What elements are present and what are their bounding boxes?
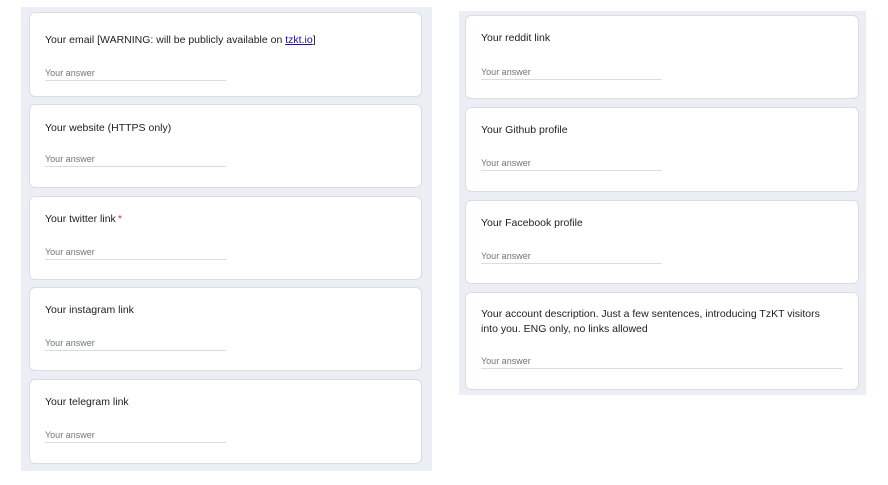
question-card-facebook: Your Facebook profile — [465, 200, 859, 284]
twitter-input[interactable] — [45, 245, 226, 260]
facebook-input[interactable] — [481, 249, 662, 264]
telegram-input[interactable] — [45, 428, 226, 443]
reddit-input[interactable] — [481, 65, 662, 80]
email-input[interactable] — [45, 66, 226, 81]
instagram-input[interactable] — [45, 336, 226, 351]
required-asterisk: * — [117, 213, 122, 225]
form-panel-right: Your reddit link Your Github profile You… — [459, 11, 866, 395]
question-title-reddit: Your reddit link — [481, 32, 551, 44]
question-card-email: Your email [WARNING: will be publicly av… — [29, 12, 422, 97]
question-card-instagram: Your instagram link — [29, 287, 422, 371]
question-card-telegram: Your telegram link — [29, 379, 422, 464]
question-card-description: Your account description. Just a few sen… — [465, 292, 859, 390]
question-title-facebook: Your Facebook profile — [481, 217, 583, 229]
question-title-twitter: Your twitter link * — [45, 213, 122, 225]
form-panel-left: Your email [WARNING: will be publicly av… — [21, 7, 432, 471]
github-input[interactable] — [481, 156, 662, 171]
question-title-github: Your Github profile — [481, 124, 568, 136]
question-title-email: Your email [WARNING: will be publicly av… — [45, 34, 316, 46]
question-title-telegram: Your telegram link — [45, 396, 129, 408]
question-card-github: Your Github profile — [465, 107, 859, 192]
question-title-description: Your account description. Just a few sen… — [481, 308, 820, 335]
website-input[interactable] — [45, 152, 226, 167]
question-title-website: Your website (HTTPS only) — [45, 122, 172, 134]
question-title-instagram: Your instagram link — [45, 304, 134, 316]
description-input[interactable] — [481, 354, 843, 369]
question-card-twitter: Your twitter link * — [29, 196, 422, 280]
tzkt-link[interactable]: tzkt.io — [285, 34, 312, 46]
question-card-website: Your website (HTTPS only) — [29, 104, 422, 188]
question-card-reddit: Your reddit link — [465, 15, 859, 99]
